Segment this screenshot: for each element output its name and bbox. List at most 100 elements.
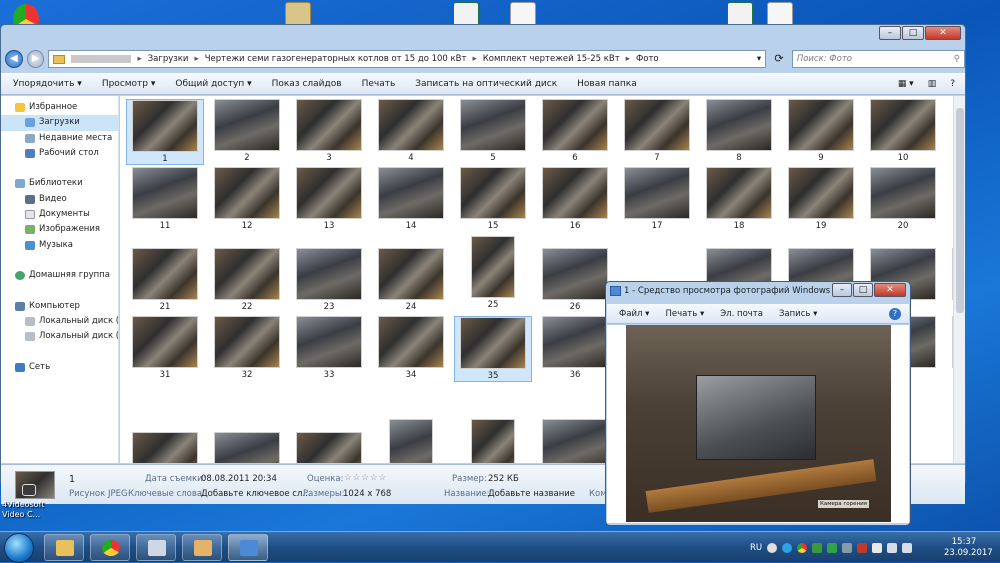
nav-music[interactable]: Музыка — [1, 238, 118, 253]
thumbnail-21[interactable]: 21 — [126, 248, 204, 312]
viewer-print-menu[interactable]: Печать ▾ — [665, 309, 704, 319]
viewer-file-menu[interactable]: Файл ▾ — [619, 309, 649, 319]
thumbnail-18[interactable]: 18 — [700, 167, 778, 231]
keywords-field[interactable]: Добавьте ключевое сл... — [201, 489, 311, 499]
thumbnail-8[interactable]: 8 — [700, 99, 778, 163]
nav-downloads[interactable]: Загрузки — [1, 115, 118, 131]
thumbnail-partial[interactable] — [290, 432, 368, 463]
thumbnail-23[interactable]: 23 — [290, 248, 368, 312]
nav-network[interactable]: Сеть — [1, 360, 118, 375]
viewer-maximize-button[interactable]: □ — [853, 283, 873, 297]
minimize-button[interactable]: – — [879, 26, 901, 40]
thumbnail-19[interactable]: 19 — [782, 167, 860, 231]
tray-icon[interactable] — [767, 542, 778, 553]
nav-disk-c[interactable]: Локальный диск (C — [1, 314, 118, 329]
back-button[interactable]: ◀ — [5, 50, 23, 68]
address-dropdown-icon[interactable]: ▾ — [757, 54, 761, 64]
nav-computer[interactable]: Компьютер — [1, 299, 118, 314]
nav-desktop[interactable]: Рабочий стол — [1, 146, 118, 161]
thumbnail-9[interactable]: 9 — [782, 99, 860, 163]
thumbnail-1[interactable]: 1 — [126, 99, 204, 165]
thumbnail-partial[interactable] — [208, 432, 286, 463]
nav-disk-d[interactable]: Локальный диск (D — [1, 329, 118, 344]
organize-button[interactable]: Упорядочить ▾ — [13, 79, 82, 89]
thumbnail-32[interactable]: 32 — [208, 316, 286, 380]
close-button[interactable]: ✕ — [925, 26, 961, 40]
help-icon[interactable]: ? — [950, 79, 955, 89]
refresh-icon[interactable]: ⟳ — [770, 50, 788, 68]
clock[interactable]: 15:37 23.09.2017 — [944, 537, 993, 559]
thumbnail-31[interactable]: 31 — [126, 316, 204, 380]
thumbnail-20[interactable]: 20 — [864, 167, 942, 231]
thumbnail-14[interactable]: 14 — [372, 167, 450, 231]
viewer-email-button[interactable]: Эл. почта — [720, 309, 763, 319]
thumbnail-7[interactable]: 7 — [618, 99, 696, 163]
taskbar-paint[interactable] — [182, 534, 222, 561]
thumbnail-partial[interactable] — [372, 419, 450, 463]
thumbnail-16[interactable]: 16 — [536, 167, 614, 231]
nav-recent[interactable]: Недавние места — [1, 131, 118, 146]
taskbar-notes[interactable] — [136, 534, 176, 561]
check-icon[interactable] — [827, 542, 838, 553]
volume-icon[interactable] — [902, 542, 913, 553]
scrollbar-thumb[interactable] — [956, 108, 964, 313]
thumbnail-36[interactable]: 36 — [536, 316, 614, 380]
nav-documents[interactable]: Документы — [1, 207, 118, 222]
thumbnail-13[interactable]: 13 — [290, 167, 368, 231]
viewer-burn-menu[interactable]: Запись ▾ — [779, 309, 817, 319]
language-indicator[interactable]: RU — [750, 543, 762, 553]
thumbnail-33[interactable]: 33 — [290, 316, 368, 380]
forward-button[interactable]: ▶ — [26, 50, 45, 68]
burn-button[interactable]: Записать на оптический диск — [415, 79, 557, 89]
start-button[interactable] — [4, 533, 34, 563]
vertical-scrollbar[interactable] — [953, 96, 965, 463]
nav-favorites[interactable]: Избранное — [1, 100, 118, 115]
network-tray-icon[interactable] — [887, 542, 898, 553]
title-field[interactable]: Добавьте название — [488, 489, 575, 499]
thumbnail-35[interactable]: 35 — [454, 316, 532, 382]
rating-stars[interactable]: ☆☆☆☆☆ — [344, 473, 387, 483]
nav-video[interactable]: Видео — [1, 192, 118, 207]
skype-icon[interactable] — [782, 542, 793, 553]
thumbnail-5[interactable]: 5 — [454, 99, 532, 163]
nav-libraries[interactable]: Библиотеки — [1, 176, 118, 191]
thumbnail-12[interactable]: 12 — [208, 167, 286, 231]
share-button[interactable]: Общий доступ ▾ — [175, 79, 251, 89]
4videosoft-desktop-icon[interactable] — [14, 484, 44, 498]
thumbnail-15[interactable]: 15 — [454, 167, 532, 231]
view-options-icon[interactable]: ▦ ▾ — [898, 79, 914, 89]
thumbnail-24[interactable]: 24 — [372, 248, 450, 312]
breadcrumb-photo[interactable]: Фото — [636, 54, 659, 64]
thumbnail-11[interactable]: 11 — [126, 167, 204, 231]
thumbnail-26[interactable]: 26 — [536, 248, 614, 312]
thumbnail-3[interactable]: 3 — [290, 99, 368, 163]
breadcrumb-drawings[interactable]: Чертежи семи газогенераторных котлов от … — [205, 54, 467, 64]
thumbnail-22[interactable]: 22 — [208, 248, 286, 312]
thumbnail-25[interactable]: 25 — [454, 236, 532, 310]
viewer-minimize-button[interactable]: – — [832, 283, 852, 297]
thumbnail-10[interactable]: 10 — [864, 99, 942, 163]
preview-pane-icon[interactable]: ▥ — [928, 79, 937, 89]
taskbar-explorer[interactable] — [44, 534, 84, 561]
viewer-help-icon[interactable]: ? — [889, 307, 901, 320]
chrome-tray-icon[interactable] — [797, 542, 808, 553]
print-button[interactable]: Печать — [362, 79, 396, 89]
taskbar-photo-viewer[interactable] — [228, 534, 268, 561]
breadcrumb-set[interactable]: Комплект чертежей 15-25 кВт — [483, 54, 620, 64]
flag-icon[interactable] — [872, 542, 883, 553]
tray-app-icon[interactable] — [842, 542, 853, 553]
viewer-close-button[interactable]: ✕ — [874, 283, 906, 297]
maximize-button[interactable]: □ — [902, 26, 924, 40]
slideshow-button[interactable]: Показ слайдов — [272, 79, 342, 89]
thumbnail-6[interactable]: 6 — [536, 99, 614, 163]
thumbnail-2[interactable]: 2 — [208, 99, 286, 163]
tray-app-icon-2[interactable] — [857, 542, 868, 553]
nav-images[interactable]: Изображения — [1, 222, 118, 237]
thumbnail-partial[interactable] — [536, 419, 614, 463]
search-input[interactable]: Поиск: Фото ⚲ — [791, 50, 965, 68]
address-bar[interactable]: ▸ Загрузки ▸ Чертежи семи газогенераторн… — [48, 50, 767, 68]
taskbar-chrome[interactable] — [90, 534, 130, 561]
new-folder-button[interactable]: Новая папка — [577, 79, 637, 89]
antivirus-icon[interactable] — [812, 542, 823, 553]
thumbnail-4[interactable]: 4 — [372, 99, 450, 163]
